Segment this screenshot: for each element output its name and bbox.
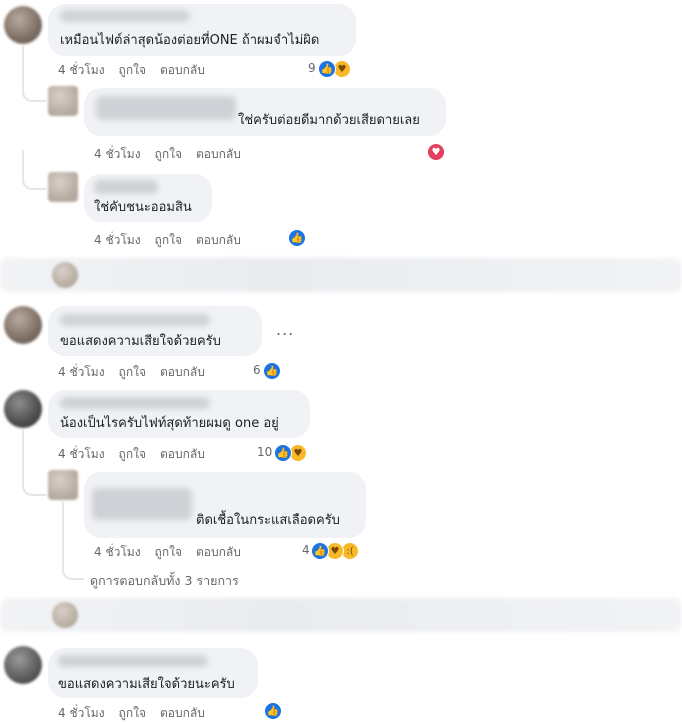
timestamp[interactable]: 4 ชั่วโมง [58,61,105,80]
reply-input-blurred[interactable] [0,258,682,292]
timestamp[interactable]: 4 ชั่วโมง [58,363,105,382]
like-link[interactable]: ถูกใจ [155,543,182,562]
thread-connector [22,466,46,496]
comment-actions: 4 ชั่วโมง ถูกใจ ตอบกลับ [58,704,205,723]
timestamp[interactable]: 4 ชั่วโมง [94,145,141,164]
like-link[interactable]: ถูกใจ [119,61,146,80]
reply-input-blurred[interactable] [0,598,682,632]
reply-link[interactable]: ตอบกลับ [160,363,205,382]
avatar[interactable] [48,470,78,500]
reply-link[interactable]: ตอบกลับ [196,543,241,562]
timestamp[interactable]: 4 ชั่วโมง [94,231,141,250]
avatar[interactable] [4,390,42,428]
reply-link[interactable]: ตอบกลับ [160,445,205,464]
reaction-count[interactable]: 6 [253,363,261,377]
comment-actions: 4 ชั่วโมง ถูกใจ ตอบกลับ [94,231,241,250]
commenter-name[interactable] [92,488,192,520]
view-replies-link[interactable]: ดูการตอบกลับทั้ง 3 รายการ [90,571,239,591]
reaction-count[interactable]: 9 [308,61,316,75]
timestamp[interactable]: 4 ชั่วโมง [58,445,105,464]
comment-text: น้องเป็นไรครับไฟท์สุดท้ายผมดู one อยู่ [60,416,279,431]
avatar[interactable] [4,6,42,44]
thumbs-up-icon[interactable]: 👍 [263,362,281,380]
thumbs-up-icon[interactable]: 👍 [274,444,292,462]
thumbs-up-icon[interactable]: 👍 [264,702,282,720]
reply-link[interactable]: ตอบกลับ [160,704,205,723]
commenter-name[interactable] [96,96,236,120]
commenter-name[interactable] [58,655,208,667]
comment-text: ขอแสดงความเสียใจด้วยครับ [60,334,221,349]
comment-actions: 4 ชั่วโมง ถูกใจ ตอบกลับ [58,445,205,464]
comment-text: ติดเชื้อในกระแสเลือดครับ [196,513,340,528]
comment-actions: 4 ชั่วโมง ถูกใจ ตอบกลับ [94,543,241,562]
reaction-count[interactable]: 10 [257,445,272,459]
comment-text: ใช่ครับต่อยดีมากด้วยเสียดายเลย [238,113,420,128]
comment-actions: 4 ชั่วโมง ถูกใจ ตอบกลับ [58,61,205,80]
reaction-count[interactable]: 4 [302,543,310,557]
like-link[interactable]: ถูกใจ [119,363,146,382]
timestamp[interactable]: 4 ชั่วโมง [58,704,105,723]
comment-text: ขอแสดงความเสียใจด้วยนะครับ [58,677,235,692]
commenter-name[interactable] [60,10,190,22]
comment-actions: 4 ชั่วโมง ถูกใจ ตอบกลับ [94,145,241,164]
thumbs-up-icon[interactable]: 👍 [311,542,329,560]
avatar[interactable] [48,86,78,116]
like-link[interactable]: ถูกใจ [155,231,182,250]
reply-link[interactable]: ตอบกลับ [160,61,205,80]
commenter-name[interactable] [60,397,210,409]
commenter-name[interactable] [60,314,210,326]
avatar[interactable] [4,646,42,684]
comment-text: เหมือนไฟต์ล่าสุดน้องต่อยที่ONE ถ้าผมจำไม… [60,33,320,48]
like-link[interactable]: ถูกใจ [119,445,146,464]
avatar [52,262,78,288]
thread-connector [62,534,84,580]
thread-connector [22,150,46,190]
comment-actions: 4 ชั่วโมง ถูกใจ ตอบกลับ [58,363,205,382]
comment-text: ใช่คับชนะออมสิน [94,200,192,215]
avatar[interactable] [4,306,42,344]
thread-line [22,430,24,470]
thumbs-up-icon[interactable]: 👍 [288,229,306,247]
avatar[interactable] [48,172,78,202]
avatar [52,602,78,628]
like-link[interactable]: ถูกใจ [119,704,146,723]
reply-link[interactable]: ตอบกลับ [196,231,241,250]
thread-connector [22,70,46,102]
more-options-icon[interactable]: ... [276,320,294,339]
timestamp[interactable]: 4 ชั่วโมง [94,543,141,562]
commenter-name[interactable] [94,180,158,194]
thumbs-up-icon[interactable]: 👍 [318,60,336,78]
like-link[interactable]: ถูกใจ [155,145,182,164]
reply-link[interactable]: ตอบกลับ [196,145,241,164]
heart-icon[interactable]: ♥ [427,143,445,161]
